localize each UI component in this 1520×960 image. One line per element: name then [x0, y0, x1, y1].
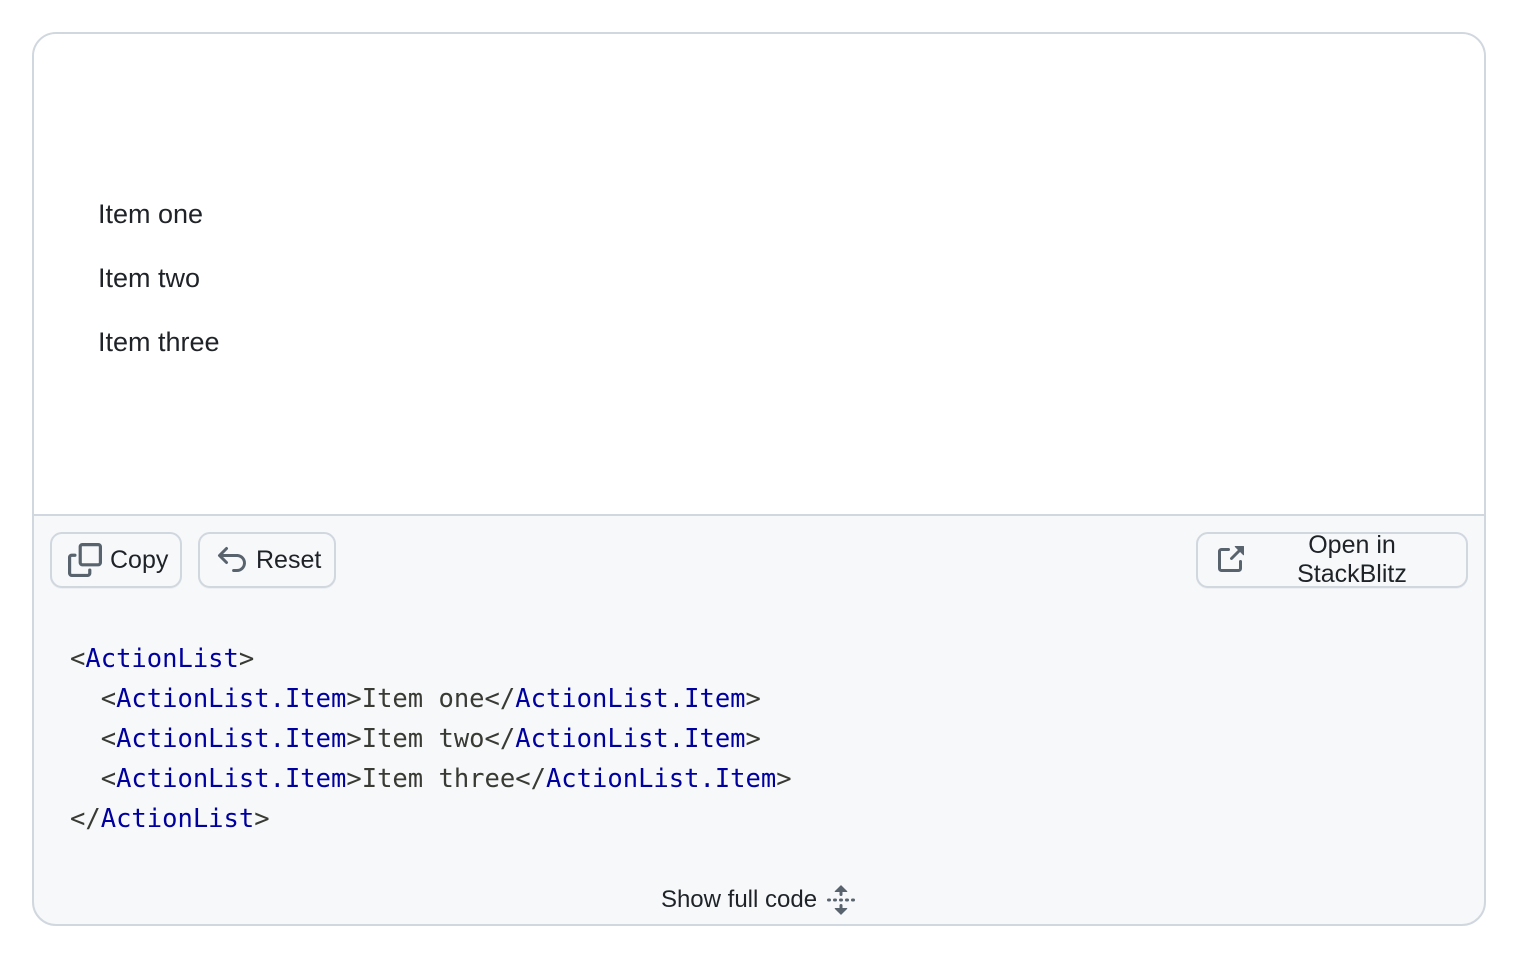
code-tag-name: ActionList.Item	[116, 724, 347, 754]
code-text: <	[70, 644, 86, 674]
code-text: <	[70, 764, 117, 794]
code-text: >	[776, 764, 792, 794]
show-full-code-button[interactable]: Show full code	[34, 880, 1484, 920]
code-text: >	[254, 804, 270, 834]
code-line: <ActionList.Item>Item one</ActionList.It…	[70, 684, 761, 714]
code-text: >	[745, 724, 761, 754]
code-line: <ActionList>	[70, 644, 254, 674]
code-text: >	[238, 644, 255, 674]
code-line: <ActionList.Item>Item two</ActionList.It…	[70, 724, 761, 754]
code-content: <ActionList> <ActionList.Item>Item one</…	[70, 644, 792, 834]
code-tag-name: ActionList	[100, 804, 255, 834]
action-list-item-one[interactable]: Item one	[98, 186, 220, 250]
code-tag-name: ActionList.Item	[545, 764, 777, 794]
code-tag-name: ActionList.Item	[515, 724, 746, 754]
code-text: >Item three</	[346, 764, 546, 794]
code-text: <	[70, 724, 117, 754]
open-in-stackblitz-label: Open in StackBlitz	[1297, 531, 1407, 588]
copy-button[interactable]: Copy	[50, 532, 182, 588]
code-block[interactable]: <ActionList> <ActionList.Item>Item one</…	[70, 640, 792, 840]
code-tag-name: ActionList	[85, 644, 239, 674]
unfold-icon	[825, 884, 857, 916]
show-full-code-label: Show full code	[660, 886, 818, 913]
action-list-item-three[interactable]: Item three	[98, 314, 220, 378]
code-tag-name: ActionList.Item	[116, 684, 347, 714]
live-preview: Item one Item two Item three	[34, 34, 1484, 516]
copy-icon	[68, 543, 102, 577]
copy-button-label: Copy	[110, 545, 169, 574]
code-line: </ActionList>	[70, 804, 270, 834]
open-in-stackblitz-button[interactable]: Open in StackBlitz	[1196, 531, 1468, 588]
code-line: <ActionList.Item>Item three</ActionList.…	[70, 764, 792, 794]
reset-button-label: Reset	[256, 545, 322, 574]
code-example-frame: Item one Item two Item three Copy Reset	[32, 32, 1486, 926]
action-list: Item one Item two Item three	[98, 186, 220, 378]
action-list-item-two[interactable]: Item two	[98, 250, 220, 314]
link-external-icon	[1214, 544, 1246, 576]
undo-icon	[216, 544, 248, 576]
reset-button[interactable]: Reset	[198, 532, 336, 588]
code-text: >	[745, 684, 761, 714]
code-text: >Item two</	[346, 724, 516, 754]
code-toolbar: Copy Reset Open in StackBlitz	[50, 531, 1468, 588]
code-text: <	[70, 684, 117, 714]
code-tag-name: ActionList.Item	[515, 684, 746, 714]
code-text: </	[70, 804, 101, 834]
code-tag-name: ActionList.Item	[116, 764, 347, 794]
code-text: >Item one</	[346, 684, 516, 714]
